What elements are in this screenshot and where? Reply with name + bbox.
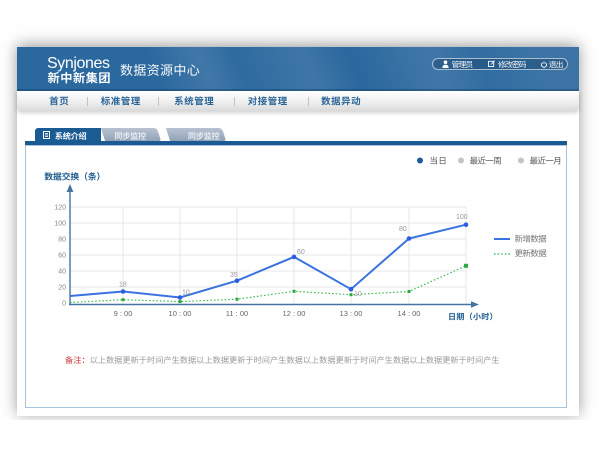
svg-text:0: 0 <box>62 301 66 308</box>
svg-text:10 : 00: 10 : 00 <box>169 309 192 318</box>
svg-text:40: 40 <box>58 269 66 276</box>
svg-text:10: 10 <box>354 291 362 298</box>
svg-text:14 : 00: 14 : 00 <box>398 309 421 318</box>
svg-text:120: 120 <box>54 205 66 212</box>
svg-text:60: 60 <box>58 253 66 260</box>
svg-text:10: 10 <box>182 290 190 297</box>
svg-text:13 : 00: 13 : 00 <box>340 309 363 318</box>
svg-text:100: 100 <box>456 214 468 221</box>
svg-text:18: 18 <box>119 282 127 289</box>
svg-text:100: 100 <box>54 221 66 228</box>
svg-text:80: 80 <box>58 237 66 244</box>
svg-text:12 : 00: 12 : 00 <box>283 309 306 318</box>
svg-text:20: 20 <box>58 285 66 292</box>
svg-text:35: 35 <box>230 272 238 279</box>
svg-text:11 : 00: 11 : 00 <box>226 309 248 318</box>
svg-text:60: 60 <box>297 249 305 256</box>
svg-text:80: 80 <box>399 226 407 233</box>
svg-text:9 : 00: 9 : 00 <box>114 309 133 318</box>
